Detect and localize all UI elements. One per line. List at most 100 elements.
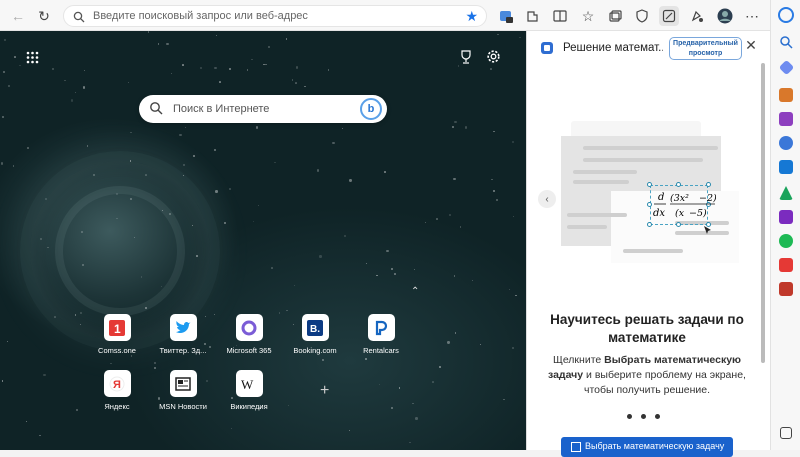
preview-badge: Предварительный просмотр (669, 37, 742, 60)
math-illustration: d dx (3x² −2) (x −5) (541, 121, 751, 271)
hide-sidebar-icon[interactable] (780, 427, 792, 439)
sparkle (386, 249, 389, 253)
shopping-tag-icon[interactable] (778, 59, 795, 76)
rewards-trophy-icon[interactable] (459, 50, 473, 68)
sparkle (394, 272, 397, 275)
more-options-icon[interactable]: ⋯ (742, 6, 762, 26)
outlook-icon[interactable] (779, 160, 793, 174)
yandex-icon: Я (103, 370, 131, 397)
sparkle (83, 70, 86, 72)
quick-link-tile[interactable]: Я Яндекс (82, 370, 152, 411)
bing-chat-icon[interactable]: b (360, 98, 382, 120)
collections-icon[interactable] (605, 6, 625, 26)
sparkle (74, 92, 76, 94)
sparkle (83, 86, 86, 89)
quick-link-tile[interactable]: W Википедия (214, 370, 284, 411)
onenote-icon[interactable] (779, 210, 793, 224)
search-placeholder: Поиск в Интернете (173, 103, 270, 115)
sparkle (54, 316, 56, 318)
quick-link-tile[interactable]: Rentalcars (346, 314, 416, 355)
sparkle (130, 355, 133, 357)
quick-link-tile[interactable]: 1 Comss.one (82, 314, 152, 355)
sparkle (511, 140, 515, 144)
search-icon[interactable] (779, 35, 793, 49)
spotify-icon[interactable] (779, 234, 793, 248)
comss-icon[interactable] (779, 258, 793, 272)
carousel-dot[interactable] (655, 414, 660, 419)
sparkle (116, 192, 118, 195)
favorites-icon[interactable]: ☆ (578, 6, 598, 26)
quick-link-tile[interactable]: B. Booking.com (280, 314, 350, 355)
sparkle (454, 120, 457, 123)
extension-badge-icon[interactable] (496, 6, 516, 26)
sparkle (182, 174, 185, 176)
quick-link-tile[interactable]: Твиттер. Зд... (148, 314, 218, 355)
sparkle (14, 56, 16, 58)
games-icon[interactable] (779, 112, 793, 126)
sparkle (199, 67, 202, 70)
page-settings-gear-icon[interactable] (486, 49, 501, 68)
quick-link-label: Яндекс (104, 402, 130, 411)
sparkle (12, 165, 15, 168)
sparkle (471, 279, 474, 282)
quick-link-tile[interactable]: MSN Новости (148, 370, 218, 411)
svg-text:d: d (658, 192, 664, 203)
carousel-dot[interactable] (641, 414, 646, 419)
split-screen-icon[interactable] (550, 6, 570, 26)
bing-copilot-icon[interactable] (778, 7, 794, 23)
sparkle (255, 126, 259, 129)
sparkle (454, 332, 457, 334)
select-math-problem-button[interactable]: Выбрать математическую задачу (561, 437, 733, 457)
profile-avatar[interactable] (715, 6, 735, 26)
microsoft-365-icon[interactable] (779, 136, 793, 150)
tools-briefcase-icon[interactable] (779, 88, 793, 102)
sparkle (43, 373, 46, 377)
sparkle (322, 358, 325, 362)
sparkle (71, 99, 74, 102)
quick-link-tile[interactable]: Microsoft 365 (214, 314, 284, 355)
sparkle (294, 284, 296, 286)
carousel-dot[interactable] (627, 414, 632, 419)
comss-icon: 1 (103, 314, 131, 341)
pane-scrollbar[interactable] (760, 63, 766, 448)
sparkle (267, 45, 271, 49)
carousel-dots (627, 414, 660, 419)
svg-text:dx: dx (653, 208, 665, 219)
description-text-end: и выберите проблему на экране, чтобы пол… (583, 369, 746, 396)
drop-icon[interactable] (779, 186, 793, 200)
refresh-icon[interactable]: ↻ (34, 6, 54, 26)
close-icon[interactable]: ✕ (743, 37, 759, 53)
sparkle (274, 161, 276, 163)
math-solver-icon[interactable] (659, 6, 679, 26)
collapse-chevron-icon[interactable]: ⌃ (411, 286, 419, 297)
sparkle (1, 115, 4, 118)
sparkle (153, 361, 156, 364)
sparkle (229, 187, 231, 190)
sparkle (464, 126, 468, 129)
add-site-plus-icon[interactable]: + (320, 382, 329, 400)
wikipedia-icon: W (235, 370, 263, 397)
address-placeholder: Введите поисковый запрос или веб-адрес (93, 10, 308, 22)
sparkle (295, 66, 298, 69)
svg-text:1: 1 (114, 322, 121, 336)
sparkle (479, 343, 482, 346)
web-search-box[interactable]: Поиск в Интернете b (139, 95, 387, 123)
scrollbar-thumb[interactable] (761, 63, 765, 363)
sparkle (2, 70, 6, 74)
back-icon[interactable]: ← (8, 6, 28, 26)
sparkle (378, 384, 380, 386)
browser-essentials-icon[interactable] (632, 6, 652, 26)
sparkle (47, 246, 49, 249)
sparkle (492, 189, 496, 193)
sparkle (166, 43, 169, 46)
sparkle (343, 234, 346, 237)
extensions-icon[interactable] (522, 6, 542, 26)
translator-icon[interactable] (779, 282, 793, 296)
sparkle (285, 37, 288, 40)
app-launcher-icon[interactable] (26, 51, 39, 68)
favorite-star-icon[interactable]: ★ (465, 8, 478, 25)
address-bar[interactable]: Введите поисковый запрос или веб-адрес ★ (63, 5, 487, 27)
pane-heading: Научитесь решать задачи по математике (550, 312, 744, 345)
settings-and-more-icon[interactable] (687, 6, 707, 26)
rentalcars-icon (367, 314, 395, 341)
